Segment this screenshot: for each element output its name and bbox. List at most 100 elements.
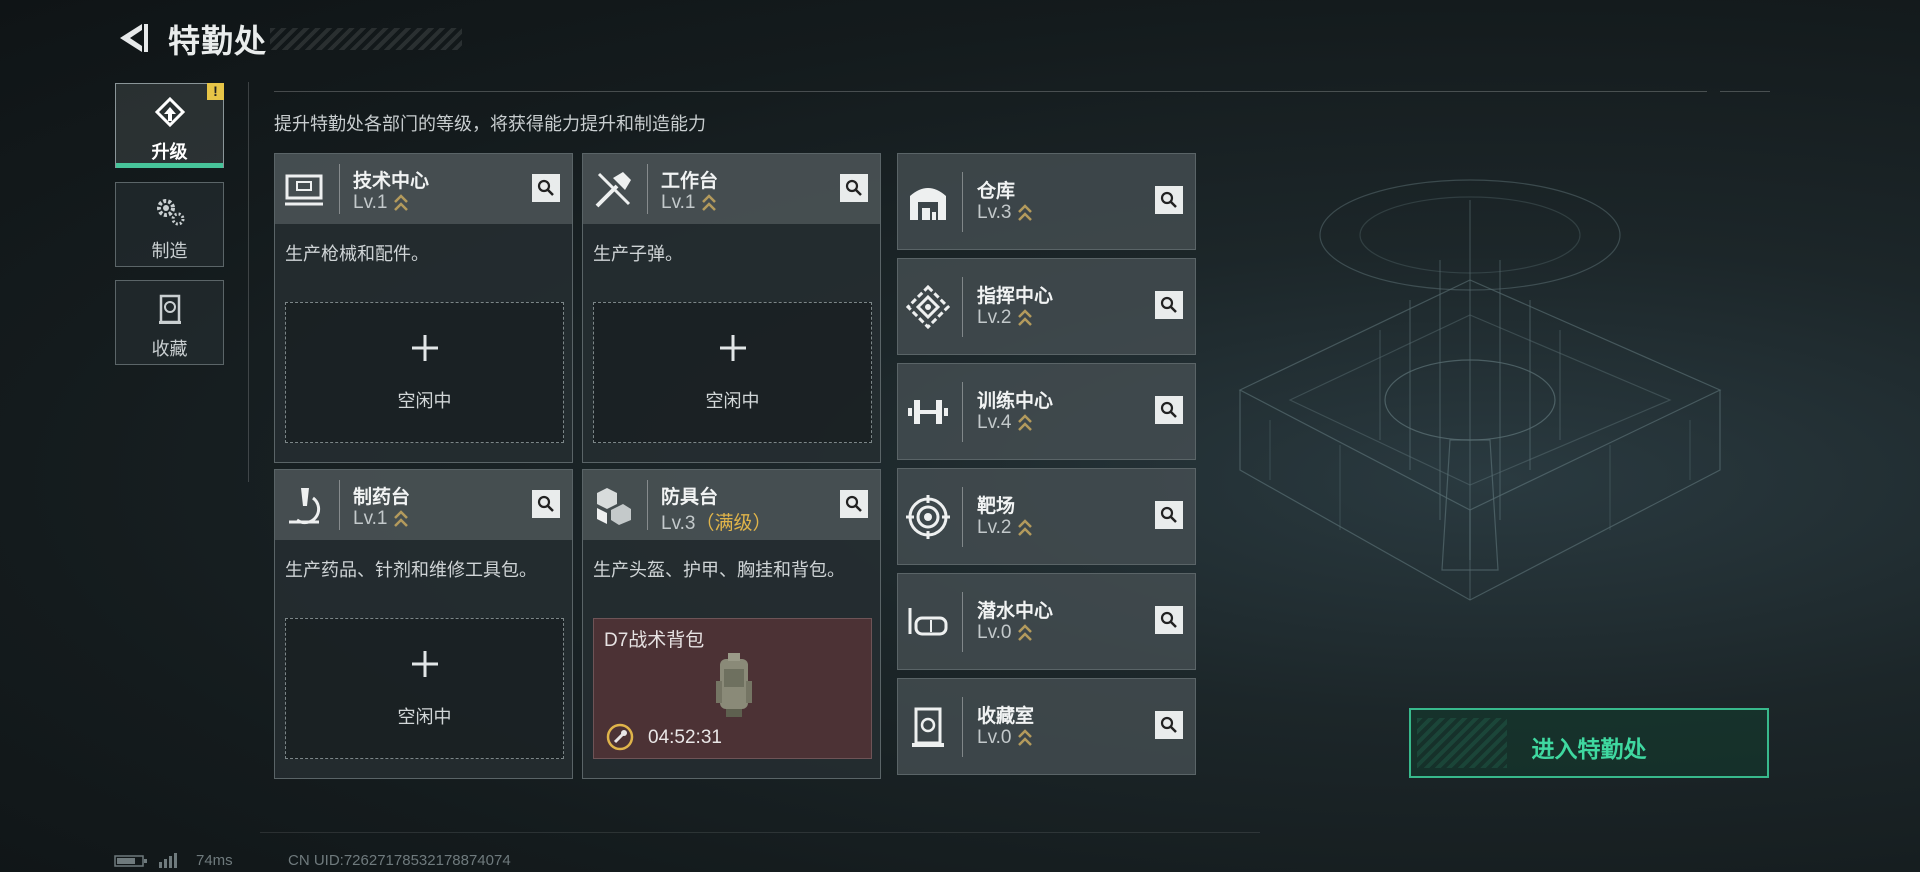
facility-description: 生产枪械和配件。 bbox=[285, 244, 429, 264]
facility-name: 靶场 bbox=[977, 496, 1016, 517]
facility-name: 潜水中心 bbox=[977, 601, 1054, 622]
search-icon[interactable] bbox=[840, 490, 868, 518]
facility-name: 训练中心 bbox=[977, 391, 1054, 412]
ping-value: 74ms bbox=[196, 852, 233, 869]
crafting-timer: 04:52:31 bbox=[648, 727, 722, 748]
chevron-up-icon bbox=[393, 510, 408, 527]
search-icon[interactable] bbox=[1155, 291, 1183, 319]
chevron-up-icon bbox=[1017, 519, 1032, 536]
max-level-tag: （满级） bbox=[695, 513, 772, 534]
divider bbox=[260, 832, 1260, 833]
warehouse-icon bbox=[910, 188, 946, 220]
facility-level: Lv.1 bbox=[353, 508, 388, 529]
search-icon[interactable] bbox=[1155, 501, 1183, 529]
crafting-slot[interactable]: D7战术背包 04:52:31 bbox=[593, 618, 872, 759]
collection-icon bbox=[158, 294, 181, 324]
facility-card-pharmacy[interactable]: 制药台 Lv.1 生产药品、针剂和维修工具包。 空闲中 bbox=[274, 469, 573, 779]
backpack-icon bbox=[716, 653, 752, 717]
enter-button-label: 进入特勤处 bbox=[1531, 736, 1647, 762]
wrench-clock-icon bbox=[606, 723, 634, 751]
facility-card-collection-room[interactable]: 收藏室 Lv.0 bbox=[897, 678, 1196, 775]
collection-room-icon bbox=[912, 707, 944, 747]
microscope-icon bbox=[289, 488, 321, 525]
search-icon[interactable] bbox=[1155, 186, 1183, 214]
target-icon bbox=[906, 495, 950, 539]
page-subtitle: 提升特勤处各部门的等级，将获得能力提升和制造能力 bbox=[274, 114, 706, 134]
user-uid: CN UID:72627178532178874074 bbox=[288, 852, 511, 869]
production-slot[interactable]: 空闲中 bbox=[285, 302, 564, 443]
alert-badge: ! bbox=[207, 83, 224, 100]
upgrade-icon bbox=[154, 96, 185, 128]
facility-level: Lv.0 bbox=[977, 727, 1012, 748]
search-icon[interactable] bbox=[1155, 396, 1183, 424]
signal-icon bbox=[159, 853, 177, 868]
title-decoration bbox=[270, 28, 462, 50]
divider bbox=[248, 82, 249, 482]
facility-name: 工作台 bbox=[661, 171, 719, 192]
facility-level: Lv.4 bbox=[977, 412, 1012, 433]
facility-name: 制药台 bbox=[353, 487, 411, 508]
slot-status: 空闲中 bbox=[705, 391, 760, 411]
chevron-up-icon bbox=[1017, 414, 1032, 431]
facility-card-warehouse[interactable]: 仓库 Lv.3 bbox=[897, 153, 1196, 250]
search-icon[interactable] bbox=[532, 174, 560, 202]
chevron-up-icon bbox=[1017, 309, 1032, 326]
production-slot[interactable]: 空闲中 bbox=[593, 302, 872, 443]
facility-name: 指挥中心 bbox=[977, 286, 1054, 307]
chevron-up-icon bbox=[701, 194, 716, 211]
facility-card-shooting-range[interactable]: 靶场 Lv.2 bbox=[897, 468, 1196, 565]
chevron-up-icon bbox=[1017, 204, 1032, 221]
tab-collection-label: 收藏 bbox=[151, 339, 188, 359]
search-icon[interactable] bbox=[532, 490, 560, 518]
search-icon[interactable] bbox=[1155, 711, 1183, 739]
facility-card-armor-bench[interactable]: 防具台 Lv.3（满级） 生产头盔、护甲、胸挂和背包。 D7战术背包 04:52… bbox=[582, 469, 881, 779]
diving-mask-icon bbox=[908, 608, 948, 636]
facility-level: Lv.3 bbox=[661, 513, 696, 534]
page-title: 特勤处 bbox=[168, 23, 268, 59]
plus-icon bbox=[411, 651, 438, 677]
gear-icon bbox=[156, 199, 184, 226]
facility-level: Lv.1 bbox=[661, 192, 696, 213]
tools-icon bbox=[595, 172, 631, 208]
facility-level: Lv.1 bbox=[353, 192, 388, 213]
facility-description: 生产头盔、护甲、胸挂和背包。 bbox=[593, 560, 845, 580]
chevron-up-icon bbox=[1017, 729, 1032, 746]
facility-card-tech-center[interactable]: 技术中心 Lv.1 生产枪械和配件。 空闲中 bbox=[274, 153, 573, 463]
facility-card-diving-center[interactable]: 潜水中心 Lv.0 bbox=[897, 573, 1196, 670]
back-arrow-icon[interactable] bbox=[112, 18, 152, 58]
facility-level: Lv.2 bbox=[977, 517, 1012, 538]
facility-card-command-center[interactable]: 指挥中心 Lv.2 bbox=[897, 258, 1196, 355]
chevron-up-icon bbox=[1017, 624, 1032, 641]
facility-name: 技术中心 bbox=[353, 171, 430, 192]
facility-level: Lv.0 bbox=[977, 622, 1012, 643]
command-icon bbox=[906, 285, 950, 329]
tab-upgrade-label: 升级 bbox=[151, 142, 188, 162]
slot-status: 空闲中 bbox=[397, 391, 452, 411]
facility-level: Lv.3 bbox=[977, 202, 1012, 223]
tab-collection[interactable]: 收藏 bbox=[115, 280, 224, 365]
battery-icon bbox=[114, 855, 147, 867]
dumbbell-icon bbox=[908, 400, 948, 424]
search-icon[interactable] bbox=[840, 174, 868, 202]
crafting-item-name: D7战术背包 bbox=[604, 630, 705, 651]
divider bbox=[274, 91, 1707, 92]
facility-name: 收藏室 bbox=[977, 706, 1035, 727]
chevron-up-icon bbox=[393, 194, 408, 211]
facility-card-training-center[interactable]: 训练中心 Lv.4 bbox=[897, 363, 1196, 460]
tab-crafting[interactable]: 制造 bbox=[115, 182, 224, 267]
armor-boxes-icon bbox=[597, 488, 631, 525]
divider bbox=[1720, 91, 1770, 92]
plus-icon bbox=[411, 335, 438, 361]
facility-description: 生产药品、针剂和维修工具包。 bbox=[285, 560, 537, 580]
facility-name: 防具台 bbox=[661, 487, 719, 508]
facility-level: Lv.2 bbox=[977, 307, 1012, 328]
production-slot[interactable]: 空闲中 bbox=[285, 618, 564, 759]
search-icon[interactable] bbox=[1155, 606, 1183, 634]
monitor-icon bbox=[285, 174, 323, 206]
facility-description: 生产子弹。 bbox=[593, 244, 683, 264]
base-illustration bbox=[1238, 179, 1722, 601]
facility-card-workbench[interactable]: 工作台 Lv.1 生产子弹。 空闲中 bbox=[582, 153, 881, 463]
facility-name: 仓库 bbox=[977, 181, 1016, 202]
enter-special-ops-button[interactable]: 进入特勤处 bbox=[1409, 708, 1769, 778]
plus-icon bbox=[719, 335, 746, 361]
